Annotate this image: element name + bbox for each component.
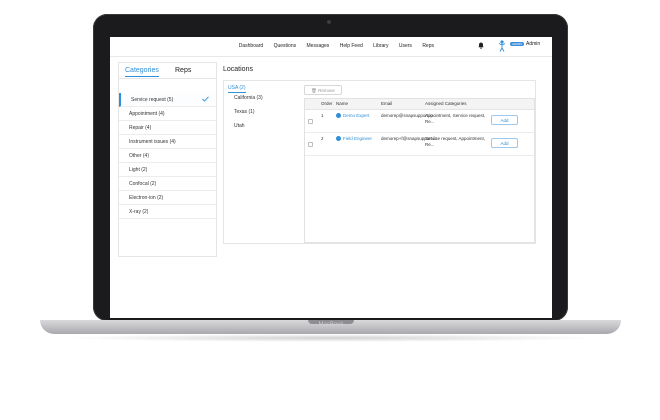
locations-panel: USA (2) California (3) Texas (1) Utah 🗑︎… bbox=[223, 80, 536, 244]
header-email: Email bbox=[381, 101, 393, 106]
app-screen: Dashboard Questions Messages Help Feed L… bbox=[110, 37, 552, 318]
table-row: 2 Field Engineer demorep+f@snapsupport.i… bbox=[305, 133, 534, 156]
rep-name-label: Field Engineer bbox=[343, 136, 373, 141]
row-categories: Service request, Appointment, Re... bbox=[425, 136, 486, 147]
location-country-usa[interactable]: USA (2) bbox=[228, 85, 246, 93]
row-email: demorep+f@snapsupport.io bbox=[381, 136, 437, 141]
category-label: Other (4) bbox=[129, 153, 150, 159]
category-label: Instrument issues (4) bbox=[129, 139, 176, 145]
category-list: Service request (5) Appointment (4) Repa… bbox=[119, 93, 216, 219]
row-checkbox[interactable] bbox=[308, 142, 313, 147]
category-label: Electron-ion (2) bbox=[129, 195, 164, 201]
nav-messages[interactable]: Messages bbox=[307, 43, 330, 49]
nav-help-feed[interactable]: Help Feed bbox=[340, 43, 363, 49]
panel-tabs: Categories Reps bbox=[119, 66, 216, 79]
row-rep-name[interactable]: Demo Expert bbox=[336, 113, 369, 118]
nav-questions[interactable]: Questions bbox=[274, 43, 297, 49]
category-item-x-ray[interactable]: X-ray (2) bbox=[119, 205, 216, 219]
category-label: Service request (5) bbox=[131, 97, 174, 103]
camera-dot bbox=[327, 20, 331, 24]
admin-menu[interactable]: Admin bbox=[526, 41, 540, 47]
category-label: Confocal (2) bbox=[129, 181, 157, 187]
category-label: X-ray (2) bbox=[129, 209, 149, 215]
category-item-light[interactable]: Light (2) bbox=[119, 163, 216, 177]
trash-icon: 🗑︎ bbox=[311, 88, 317, 93]
rep-avatar-icon bbox=[336, 113, 341, 118]
category-item-confocal[interactable]: Confocal (2) bbox=[119, 177, 216, 191]
location-region-california[interactable]: California (3) bbox=[234, 95, 263, 101]
nav-users[interactable]: Users bbox=[399, 43, 412, 49]
table-header: Order Name Email Assigned Categories bbox=[305, 99, 534, 110]
nav-dashboard[interactable]: Dashboard bbox=[239, 43, 263, 49]
remove-label: Remove bbox=[318, 88, 335, 93]
categories-panel: Categories Reps Service request (5) Appo… bbox=[118, 62, 217, 257]
location-region-texas[interactable]: Texas (1) bbox=[234, 109, 255, 115]
location-region-utah[interactable]: Utah bbox=[234, 123, 245, 129]
category-item-service-request[interactable]: Service request (5) bbox=[119, 93, 216, 107]
row-checkbox[interactable] bbox=[308, 119, 313, 124]
bell-icon[interactable] bbox=[478, 42, 484, 49]
nav-library[interactable]: Library bbox=[373, 43, 388, 49]
row-rep-name[interactable]: Field Engineer bbox=[336, 136, 372, 141]
locations-title: Locations bbox=[223, 66, 253, 73]
header-order: Order bbox=[321, 101, 333, 106]
user-avatar-icon[interactable] bbox=[498, 40, 506, 52]
admin-badge: ADMIN bbox=[510, 42, 524, 46]
row-categories: Appointment, Service request, Re... bbox=[425, 113, 486, 124]
device-brand-label: MacBook bbox=[318, 322, 344, 328]
row-order: 1 bbox=[321, 113, 324, 118]
add-button[interactable]: Add bbox=[491, 138, 518, 148]
tab-categories[interactable]: Categories bbox=[125, 67, 159, 77]
category-item-other[interactable]: Other (4) bbox=[119, 149, 216, 163]
table-row: 1 Demo Expert demorep@snapsupport.io App… bbox=[305, 110, 534, 133]
base-shadow bbox=[60, 334, 601, 342]
category-item-electron-ion[interactable]: Electron-ion (2) bbox=[119, 191, 216, 205]
remove-button[interactable]: 🗑︎ Remove bbox=[304, 85, 342, 95]
row-email: demorep@snapsupport.io bbox=[381, 113, 433, 118]
add-button[interactable]: Add bbox=[491, 115, 518, 125]
tab-reps[interactable]: Reps bbox=[175, 67, 191, 74]
category-item-appointment[interactable]: Appointment (4) bbox=[119, 107, 216, 121]
category-label: Appointment (4) bbox=[129, 111, 165, 117]
row-order: 2 bbox=[321, 136, 324, 141]
rep-avatar-icon bbox=[336, 136, 341, 141]
nav-reps[interactable]: Reps bbox=[422, 43, 434, 49]
checkmark-icon bbox=[202, 96, 209, 102]
category-item-instrument-issues[interactable]: Instrument issues (4) bbox=[119, 135, 216, 149]
category-label: Repair (4) bbox=[129, 125, 152, 131]
nav-menu: Dashboard Questions Messages Help Feed L… bbox=[230, 43, 434, 49]
header-name: Name bbox=[336, 101, 349, 106]
top-navbar: Dashboard Questions Messages Help Feed L… bbox=[110, 37, 552, 57]
category-item-repair[interactable]: Repair (4) bbox=[119, 121, 216, 135]
header-assigned-categories: Assigned Categories bbox=[425, 101, 467, 106]
category-label: Light (2) bbox=[129, 167, 148, 173]
rep-name-label: Demo Expert bbox=[343, 113, 370, 118]
reps-table: Order Name Email Assigned Categories 1 D… bbox=[304, 98, 535, 243]
